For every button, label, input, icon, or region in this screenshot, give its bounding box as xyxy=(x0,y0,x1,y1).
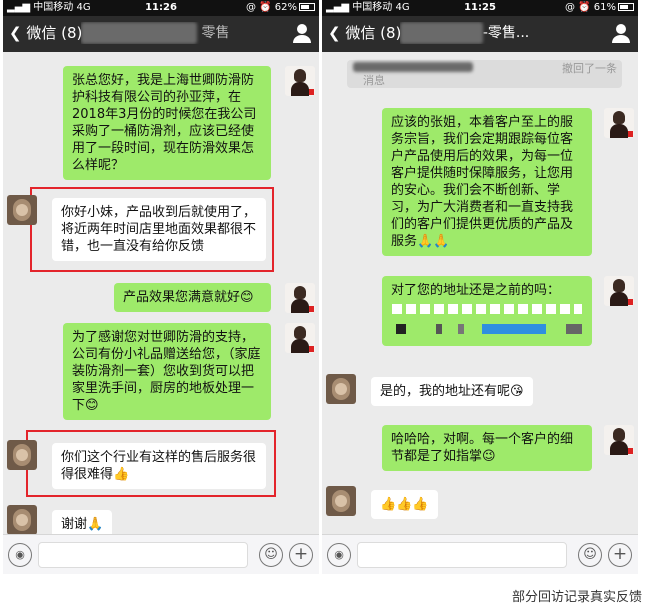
message-input[interactable] xyxy=(357,542,567,568)
back-chevron-icon: ❮ xyxy=(328,24,341,42)
emoji-icon[interactable]: ☺ xyxy=(259,543,283,567)
chat-title-suffix: 零售 xyxy=(201,25,230,41)
right-chat-screenshot: ▂▄▆ 中国移动 4G 11:25 @ ⏰ 61% ❮ 微信 (8) xxxxx… xyxy=(322,0,638,574)
outgoing-message: 产品效果您满意就好😊 xyxy=(114,283,271,312)
back-button[interactable]: ❮ 微信 (8) xyxy=(9,22,82,44)
back-chevron-icon: ❮ xyxy=(9,24,22,42)
recall-notice: 撤回了一条 消息 xyxy=(347,60,622,88)
my-avatar[interactable] xyxy=(285,323,315,353)
battery-info: @ ⏰ 62% xyxy=(246,0,315,16)
my-avatar[interactable] xyxy=(604,425,634,455)
outgoing-message: 应该的张姐，本着客户至上的服务宗旨，我们会定期跟踪每位客户产品使用后的效果，为每… xyxy=(382,108,592,256)
chat-title-suffix: -零售... xyxy=(482,25,530,41)
battery-percent: 62% xyxy=(274,2,297,13)
person-icon[interactable] xyxy=(291,22,313,44)
outgoing-message: 张总您好，我是上海世卿防滑防护科技有限公司的孙亚萍，在2018年3月份的时候您在… xyxy=(63,66,271,180)
person-icon[interactable] xyxy=(610,22,632,44)
plus-icon[interactable]: + xyxy=(289,543,313,567)
customer-avatar[interactable] xyxy=(7,440,37,470)
battery-info: @ ⏰ 61% xyxy=(565,0,634,16)
incoming-message: 👍👍👍 xyxy=(371,490,438,519)
my-avatar[interactable] xyxy=(285,283,315,313)
incoming-message: 你们这个行业有这样的售后服务很得很难得👍 xyxy=(52,443,266,489)
my-avatar[interactable] xyxy=(285,66,315,96)
blurred-chat-name: xxxxxxxxxxxxxx xyxy=(81,22,197,44)
my-avatar[interactable] xyxy=(604,108,634,138)
recall-text: 撤回了一条 xyxy=(562,62,617,75)
outgoing-message: 对了您的地址还是之前的吗： xyxy=(382,276,592,346)
back-button[interactable]: ❮ 微信 (8) xyxy=(328,22,401,44)
address-question: 对了您的地址还是之前的吗： xyxy=(391,283,561,298)
outgoing-message: 为了感谢您对世卿防滑的支持，公司有份小礼品赠送给您，（家庭装防滑剂一套）您收到货… xyxy=(63,323,271,420)
chat-title: xxxxxxxxxxxxxx 零售 xyxy=(81,22,277,44)
outgoing-message: 哈哈哈，对啊。每一个客户的细节都是了如指掌😉 xyxy=(382,425,592,471)
customer-avatar[interactable] xyxy=(7,505,37,535)
status-bar: ▂▄▆ 中国移动 4G 11:26 @ ⏰ 62% xyxy=(3,0,319,16)
plus-icon[interactable]: + xyxy=(608,543,632,567)
my-avatar[interactable] xyxy=(604,276,634,306)
chat-navbar: ❮ 微信 (8) xxxxxxxxxx-零售... xyxy=(322,16,638,52)
message-input[interactable] xyxy=(38,542,248,568)
status-bar: ▂▄▆ 中国移动 4G 11:25 @ ⏰ 61% xyxy=(322,0,638,16)
battery-icon xyxy=(618,3,634,11)
back-label: 微信 (8) xyxy=(26,24,83,42)
chat-navbar: ❮ 微信 (8) xxxxxxxxxxxxxx 零售 xyxy=(3,16,319,52)
left-chat-screenshot: ▂▄▆ 中国移动 4G 11:26 @ ⏰ 62% ❮ 微信 (8) xxxxx… xyxy=(3,0,319,574)
customer-avatar[interactable] xyxy=(326,374,356,404)
back-label: 微信 (8) xyxy=(345,24,402,42)
input-bar: ◉ ☺ + xyxy=(322,534,638,574)
incoming-message: 你好小妹，产品收到后就使用了，将近两年时间店里地面效果都很不错，也一直没有给你反… xyxy=(52,198,266,261)
blurred-chat-name: xxxxxxxxxx xyxy=(400,22,483,44)
voice-icon[interactable]: ◉ xyxy=(8,543,32,567)
voice-icon[interactable]: ◉ xyxy=(327,543,351,567)
caption: 部分回访记录真实反馈 xyxy=(511,590,642,605)
chat-title: xxxxxxxxxx-零售... xyxy=(400,22,596,44)
input-bar: ◉ ☺ + xyxy=(3,534,319,574)
emoji-icon[interactable]: ☺ xyxy=(578,543,602,567)
blurred-recall-name xyxy=(353,62,473,72)
battery-percent: 61% xyxy=(593,2,616,13)
customer-avatar[interactable] xyxy=(326,486,356,516)
customer-avatar[interactable] xyxy=(7,195,37,225)
incoming-message: 是的，我的地址还有呢😘 xyxy=(371,377,533,406)
recall-prefix: 消息 xyxy=(363,74,385,87)
redacted-address xyxy=(396,324,582,334)
battery-icon xyxy=(299,3,315,11)
redacted-address xyxy=(392,304,582,314)
